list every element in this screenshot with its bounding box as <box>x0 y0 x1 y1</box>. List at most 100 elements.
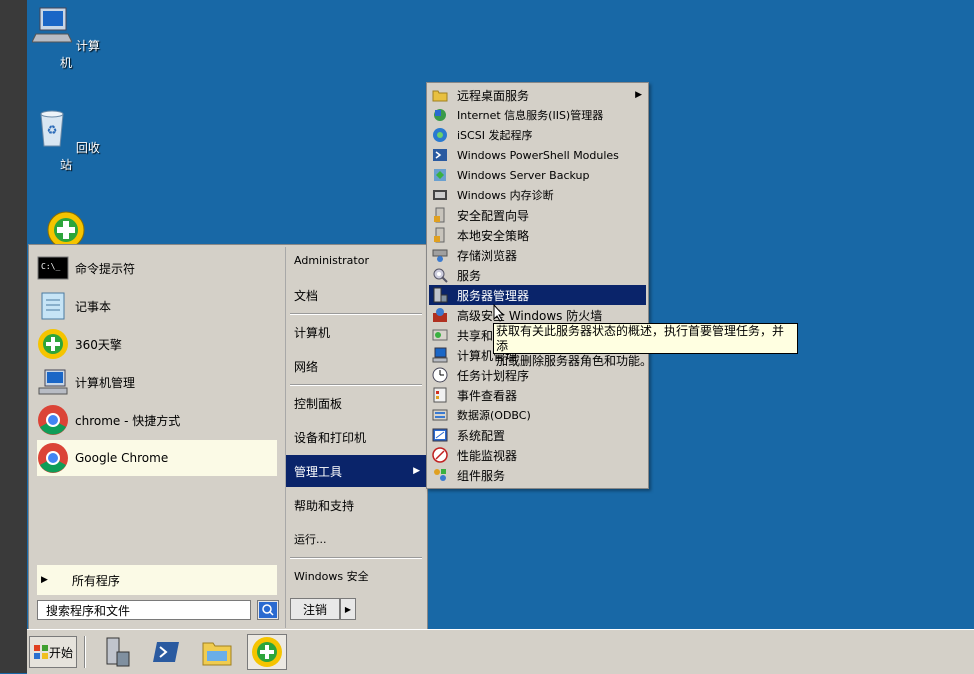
triangle-right-icon: ▶ <box>635 90 642 100</box>
tooltip-line-1: 获取有关此服务器状态的概述，执行首要管理任务，并添 <box>496 324 785 353</box>
separator <box>290 313 422 315</box>
chrome-icon <box>38 443 68 473</box>
help-support-link[interactable]: 帮助和支持 <box>286 491 426 519</box>
taskbar-360-browser[interactable] <box>247 634 287 670</box>
menu-item-powershell-modules[interactable]: Windows PowerShell Modules <box>429 145 646 165</box>
pinned-label: 命令提示符 <box>75 261 136 276</box>
menu-item-label: 组件服务 <box>457 468 506 483</box>
documents-link[interactable]: 文档 <box>286 281 426 309</box>
storage-explorer-icon <box>432 249 448 262</box>
task-scheduler-icon <box>432 367 448 383</box>
network-link[interactable]: 网络 <box>286 352 426 380</box>
share-storage-icon <box>432 329 448 341</box>
menu-item-label: 性能监视器 <box>457 448 518 463</box>
menu-item-label: Internet 信息服务(IIS)管理器 <box>457 109 604 122</box>
triangle-right-icon: ▶ <box>413 466 420 476</box>
menu-item-performance-monitor[interactable]: 性能监视器 <box>429 445 646 465</box>
menu-item-server-manager[interactable]: 服务器管理器 <box>429 285 646 305</box>
triangle-right-icon: ▶ <box>344 604 352 614</box>
menu-item-services[interactable]: 服务 <box>429 265 646 285</box>
menu-item-memory-diagnostic[interactable]: Windows 内存诊断 <box>429 185 646 205</box>
menu-item-remote-desktop[interactable]: 远程桌面服务 ▶ <box>429 85 646 105</box>
desktop-icon-recycle-bin[interactable]: ♻ 回收站 <box>28 108 104 173</box>
all-programs-label: 所有程序 <box>71 573 120 588</box>
menu-item-event-viewer[interactable]: 事件查看器 <box>429 385 646 405</box>
menu-item-iscsi[interactable]: iSCSI 发起程序 <box>429 125 646 145</box>
cmd-icon: C:\_ <box>37 256 69 280</box>
pinned-cmd[interactable]: C:\_ 命令提示符 <box>37 250 277 286</box>
pinned-label: 计算机管理 <box>75 375 136 390</box>
taskbar-powershell[interactable] <box>147 634 187 670</box>
recycle-bin-icon: ♻ <box>40 110 64 147</box>
iscsi-icon <box>433 128 447 142</box>
pinned-computer-management[interactable]: 计算机管理 <box>37 364 277 400</box>
menu-item-label: Windows PowerShell Modules <box>457 148 619 162</box>
tooltip-line-2: 加或删除服务器角色和功能。 <box>496 354 653 368</box>
computer-link[interactable]: 计算机 <box>286 318 426 346</box>
menu-item-local-security-policy[interactable]: 本地安全策略 <box>429 225 646 245</box>
menu-item-server-backup[interactable]: Windows Server Backup <box>429 165 646 185</box>
explorer-icon <box>202 642 232 666</box>
menu-item-odbc[interactable]: 数据源(ODBC) <box>429 405 646 425</box>
pinned-google-chrome[interactable]: Google Chrome <box>37 440 277 476</box>
menu-item-system-config[interactable]: 系统配置 <box>429 425 646 445</box>
start-button[interactable]: 开始 <box>29 636 77 668</box>
shutdown-options-button[interactable]: ▶ <box>340 598 356 620</box>
pinned-label: Google Chrome <box>75 451 169 465</box>
taskbar-explorer[interactable] <box>197 634 237 670</box>
left-edge-strip <box>0 0 27 673</box>
notepad-icon <box>41 292 65 320</box>
menu-item-security-wizard[interactable]: 安全配置向导 <box>429 205 646 225</box>
pinned-label: 360天擎 <box>75 337 122 352</box>
logout-button[interactable]: 注销 <box>290 598 340 620</box>
menu-item-label: 任务计划程序 <box>457 368 530 383</box>
all-programs-button[interactable]: ▶ 所有程序 <box>37 565 277 595</box>
computer-management-icon <box>38 369 68 395</box>
admin-tools-link[interactable]: 管理工具 ▶ <box>286 455 426 487</box>
menu-item-iis[interactable]: Internet 信息服务(IIS)管理器 <box>429 105 646 125</box>
control-panel-link[interactable]: 控制面板 <box>286 389 426 417</box>
triangle-right-icon: ▶ <box>41 575 48 585</box>
desktop-icon-computer[interactable]: 计算机 <box>28 6 104 71</box>
event-viewer-icon <box>433 387 447 403</box>
menu-item-label: Windows 内存诊断 <box>457 189 554 202</box>
menu-item-label: 事件查看器 <box>457 388 518 403</box>
menu-item-label: iSCSI 发起程序 <box>457 129 533 142</box>
windows-security-link[interactable]: Windows 安全 <box>286 562 426 590</box>
devices-printers-link[interactable]: 设备和打印机 <box>286 423 426 451</box>
pinned-notepad[interactable]: 记事本 <box>37 288 277 324</box>
server-manager-icon <box>106 637 130 667</box>
computer-management-icon <box>432 347 448 363</box>
backup-icon <box>434 169 446 181</box>
pinned-label: 记事本 <box>75 299 112 314</box>
menu-item-component-services[interactable]: 组件服务 <box>429 465 646 485</box>
computer-icon <box>31 7 73 43</box>
taskbar-server-manager[interactable] <box>97 634 137 670</box>
menu-item-storage-explorer[interactable]: 存储浏览器 <box>429 245 646 265</box>
user-name[interactable]: Administrator <box>286 247 426 273</box>
performance-monitor-icon <box>432 447 448 463</box>
360-icon <box>38 329 68 359</box>
menu-item-label: 系统配置 <box>457 428 506 443</box>
start-menu-right-pane: Administrator 文档 计算机 网络 控制面板 设备和打印机 管理工具… <box>285 247 426 628</box>
pinned-chrome-shortcut[interactable]: chrome - 快捷方式 <box>37 402 277 438</box>
pinned-360[interactable]: 360天擎 <box>37 326 277 362</box>
component-services-icon <box>434 469 446 481</box>
iis-icon <box>434 109 446 121</box>
taskbar: 开始 <box>27 629 974 674</box>
menu-item-firewall[interactable]: 高级安全 Windows 防火墙 <box>429 305 646 325</box>
pinned-label: chrome - 快捷方式 <box>75 413 181 428</box>
svg-text:♻: ♻ <box>47 123 58 137</box>
search-input[interactable]: 搜索程序和文件 <box>37 600 251 620</box>
menu-item-label: 服务器管理器 <box>457 288 530 303</box>
folder-icon <box>432 90 448 102</box>
security-wizard-icon <box>434 207 445 223</box>
taskbar-separator <box>84 636 86 668</box>
run-link[interactable]: 运行... <box>286 525 426 553</box>
memory-diagnostic-icon <box>433 190 447 200</box>
search-button[interactable] <box>257 600 279 620</box>
menu-item-label: 本地安全策略 <box>457 228 530 243</box>
menu-item-label: 远程桌面服务 <box>457 88 530 103</box>
mouse-cursor-icon <box>493 304 505 322</box>
windows-logo-icon <box>33 645 48 659</box>
